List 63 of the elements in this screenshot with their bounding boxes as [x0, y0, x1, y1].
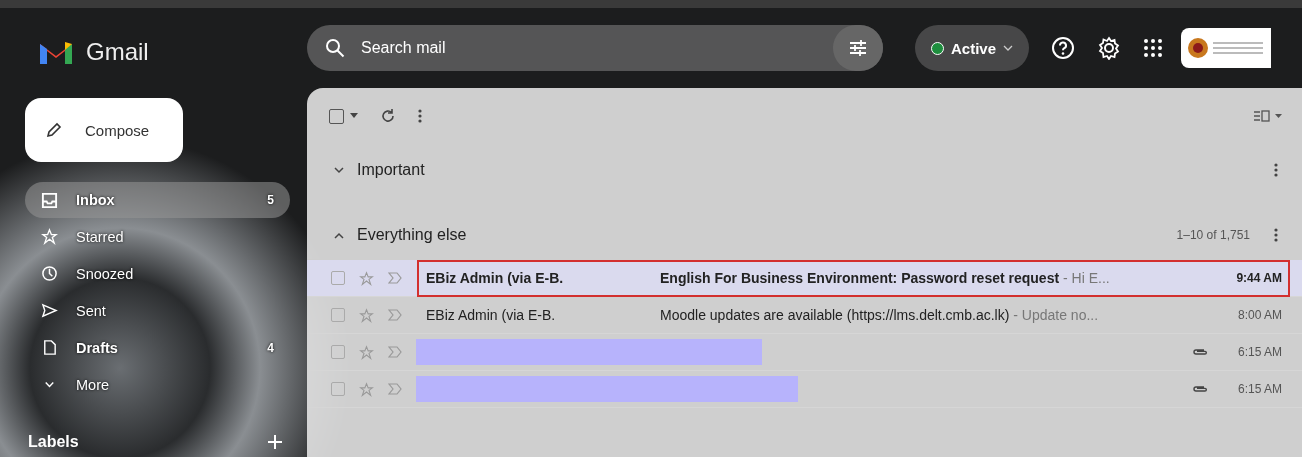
- section-title[interactable]: Important: [357, 161, 425, 179]
- app-name: Gmail: [86, 38, 149, 66]
- important-marker-icon[interactable]: [388, 309, 402, 321]
- email-row[interactable]: 6:15 AM: [307, 334, 1302, 371]
- select-all-checkbox[interactable]: [329, 108, 344, 124]
- send-icon: [41, 302, 58, 319]
- sidebar-item[interactable]: Starred: [25, 218, 290, 255]
- row-checkbox[interactable]: [331, 271, 345, 285]
- more-vertical-icon[interactable]: [1274, 162, 1278, 178]
- row-checkbox[interactable]: [331, 308, 345, 322]
- sidebar-item[interactable]: More: [25, 366, 290, 403]
- chevron-down-icon[interactable]: [333, 166, 345, 174]
- row-checkbox[interactable]: [331, 345, 345, 359]
- search-bar[interactable]: Search mail: [307, 25, 883, 71]
- email-time: 9:44 AM: [1235, 271, 1282, 285]
- email-subject: English For Business Environment: Password reset request - Hi E...: [660, 270, 1111, 286]
- labels-heading: Labels: [28, 433, 79, 451]
- sidebar-item[interactable]: Drafts 4: [25, 329, 290, 366]
- email-sender: EBiz Admin (via E-B.: [426, 270, 565, 286]
- more-vertical-icon[interactable]: [418, 108, 422, 124]
- sidebar-item[interactable]: Snoozed: [25, 255, 290, 292]
- email-subject: Moodle updates are available (https://lms.delt.cmb.ac.lk) - Update no...: [660, 307, 1100, 323]
- compose-button[interactable]: Compose: [25, 98, 183, 162]
- status-button[interactable]: Active: [915, 25, 1030, 71]
- sidebar-item[interactable]: Inbox 5: [25, 182, 290, 218]
- section-title[interactable]: Everything else: [357, 226, 467, 244]
- settings-icon[interactable]: [1097, 36, 1122, 60]
- chevron-down-icon: [1003, 44, 1014, 52]
- email-row[interactable]: 6:15 AM: [307, 371, 1302, 408]
- star-icon: [41, 228, 58, 245]
- apps-grid-icon[interactable]: [1143, 38, 1164, 58]
- email-time: 6:15 AM: [1236, 345, 1282, 359]
- refresh-icon[interactable]: [380, 108, 396, 124]
- more-vertical-icon[interactable]: [1274, 227, 1278, 243]
- email-time: 6:15 AM: [1236, 382, 1282, 396]
- document-icon: [41, 339, 58, 356]
- star-icon[interactable]: [359, 307, 374, 323]
- email-sender: EBiz Admin (via E-B.: [426, 307, 557, 323]
- chevron-up-icon[interactable]: [333, 231, 345, 239]
- important-marker-icon[interactable]: [388, 383, 402, 395]
- help-icon[interactable]: [1051, 36, 1076, 60]
- pagination-text: 1–10 of 1,751: [1176, 228, 1250, 242]
- star-icon[interactable]: [359, 270, 374, 286]
- sidebar-item[interactable]: Sent: [25, 292, 290, 329]
- organization-logo[interactable]: [1181, 28, 1272, 68]
- email-row[interactable]: EBiz Admin (via E-B. English For Business Environment: Password reset request - Hi E... 9:44 AM: [307, 260, 1302, 297]
- email-row[interactable]: EBiz Admin (via E-B. Moodle updates are available (https://lms.delt.cmb.ac.lk) - Update no... 8:00 AM: [307, 297, 1302, 334]
- row-checkbox[interactable]: [331, 382, 345, 396]
- search-input[interactable]: Search mail: [359, 38, 819, 58]
- email-time: 8:00 AM: [1236, 308, 1282, 322]
- plus-icon[interactable]: [267, 434, 283, 450]
- clock-icon: [41, 265, 58, 282]
- split-pane-icon[interactable]: [1254, 110, 1282, 122]
- filter-button[interactable]: [833, 25, 883, 71]
- inbox-icon: [41, 191, 58, 209]
- important-marker-icon[interactable]: [388, 272, 402, 284]
- star-icon[interactable]: [359, 381, 374, 397]
- important-marker-icon[interactable]: [388, 346, 402, 358]
- search-icon: [325, 38, 345, 58]
- pencil-icon: [45, 121, 63, 139]
- sliders-icon: [848, 39, 868, 57]
- star-icon[interactable]: [359, 344, 374, 360]
- caret-icon[interactable]: [350, 113, 358, 119]
